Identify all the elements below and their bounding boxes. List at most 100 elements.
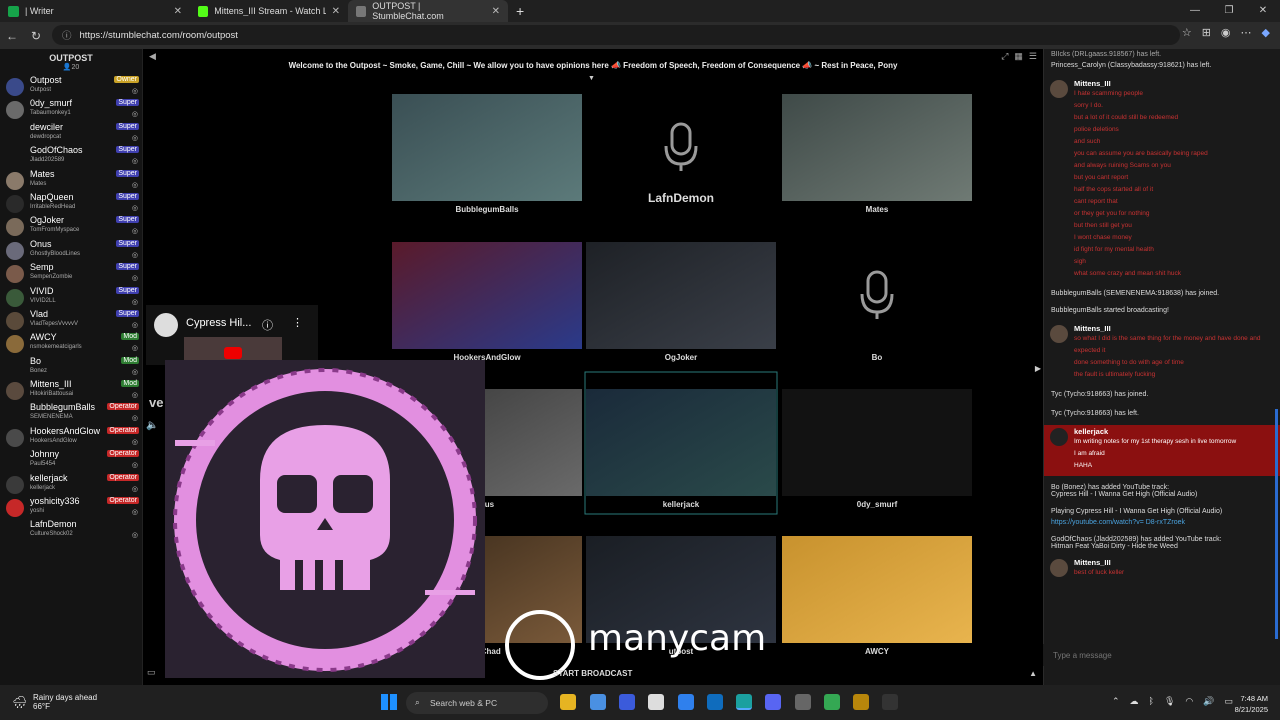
weather-icon[interactable]: 🌧 <box>12 695 27 709</box>
chat-toggle-icon[interactable]: ▭ <box>147 667 156 678</box>
collections-icon[interactable]: ⊞ <box>1202 26 1211 39</box>
camera-video[interactable] <box>586 242 776 349</box>
camera-tile[interactable]: OgJoker <box>586 242 776 362</box>
user-list-item[interactable]: Semp SempenZombie Super ◎ <box>0 262 142 285</box>
user-list-item[interactable]: VIVID VIVID2LL Super ◎ <box>0 286 142 309</box>
app-icon[interactable] <box>853 694 869 710</box>
volume-icon[interactable]: 🔈 <box>146 420 158 431</box>
mic-icon[interactable]: 🎙 <box>1164 696 1175 707</box>
camera-video[interactable] <box>782 94 972 201</box>
camera-video[interactable] <box>392 94 582 201</box>
user-handle: HookersAndGlow <box>30 437 77 444</box>
wifi-icon[interactable]: ◠ <box>1185 696 1193 707</box>
camera-video[interactable] <box>586 389 776 496</box>
youtube-link[interactable]: https://youtube.com/watch?v= D8-rxTZroek <box>1044 517 1280 528</box>
volume-icon[interactable]: 🔊 <box>1203 696 1214 707</box>
terminal-icon[interactable] <box>882 694 898 710</box>
user-list-item[interactable]: yoshicity336 yoshi Operator ◎ <box>0 496 142 519</box>
user-list-item[interactable]: LafnDemon CultureShock02 ◎ <box>0 519 142 542</box>
avatar <box>6 171 24 190</box>
bluetooth-icon[interactable]: ᛒ <box>1149 696 1154 707</box>
user-list-item[interactable]: Johnny Paul5454 Operator ◎ <box>0 449 142 472</box>
windows-start-icon[interactable] <box>381 694 397 710</box>
user-list-item[interactable]: Vlad VladTepesVvvvvV Super ◎ <box>0 309 142 332</box>
youtube-mini-player[interactable]: Cypress Hil... ⓘ ⋮ <box>146 305 318 365</box>
outlook-icon[interactable] <box>707 694 723 710</box>
user-list-item[interactable]: AWCY nsmokemeatcigarls Mod ◎ <box>0 332 142 355</box>
discord-icon[interactable] <box>765 694 781 710</box>
menu-dots-icon[interactable]: ⋯ <box>1241 26 1252 39</box>
new-tab-button[interactable]: + <box>508 0 532 22</box>
next-page-arrow-icon[interactable]: ▶ <box>1035 364 1041 373</box>
user-list-item[interactable]: BubblegumBalls SEMENENEMA Operator ◎ <box>0 402 142 425</box>
tab-close-icon[interactable]: ✕ <box>332 6 340 17</box>
tab-title: OUTPOST | StumbleChat.com <box>372 1 444 21</box>
maximize-icon[interactable]: ❐ <box>1212 0 1246 22</box>
chat-scrollbar[interactable] <box>1275 409 1278 639</box>
tab-close-icon[interactable]: ✕ <box>174 6 182 17</box>
camera-tile[interactable]: HookersAndGlow <box>392 242 582 362</box>
profile-avatar[interactable]: ◉ <box>1221 26 1231 39</box>
cloud-icon[interactable]: ☁ <box>1130 696 1139 707</box>
url-field[interactable]: ⓘ https://stumblechat.com/room/outpost <box>52 25 1180 45</box>
avatar <box>1050 325 1068 343</box>
info-icon[interactable]: ⓘ <box>262 317 273 333</box>
user-list-item[interactable]: 0dy_smurf Tabaumonkey1 Super ◎ <box>0 98 142 121</box>
user-list-item[interactable]: dewciler dewdropcat Super ◎ <box>0 122 142 145</box>
refresh-icon[interactable]: ↻ <box>24 29 48 43</box>
site-info-icon[interactable]: ⓘ <box>62 28 72 42</box>
minimize-icon[interactable]: — <box>1178 0 1212 22</box>
user-list-item[interactable]: NapQueen IrritableRedHead Super ◎ <box>0 192 142 215</box>
chat-username[interactable]: kellerjack <box>1074 427 1274 436</box>
camera-video[interactable] <box>782 536 972 643</box>
taskbar-clock[interactable]: 7:48 AM 8/21/2025 <box>1235 693 1268 715</box>
chat-message-text: you can assume you are basically being r… <box>1074 150 1208 157</box>
scroll-up-icon[interactable]: ▲ <box>1029 669 1037 678</box>
camera-tile[interactable]: kellerjack <box>584 371 778 515</box>
copilot-icon[interactable]: ◆ <box>1262 26 1270 39</box>
settings-gear-icon[interactable] <box>795 694 811 710</box>
file-explorer-icon[interactable] <box>560 694 576 710</box>
user-list-item[interactable]: Mates Mates Super ◎ <box>0 169 142 192</box>
tab-writer[interactable]: | Writer ✕ <box>0 0 190 22</box>
chat-username[interactable]: Mittens_III <box>1074 558 1274 567</box>
chat-message-input[interactable] <box>1043 644 1280 666</box>
user-list-item[interactable]: Mittens_III HitokiriBattousai Mod ◎ <box>0 379 142 402</box>
store-icon[interactable] <box>648 694 664 710</box>
camera-tile[interactable]: Bo <box>860 270 894 362</box>
close-window-icon[interactable]: ✕ <box>1246 0 1280 22</box>
back-icon[interactable]: ← <box>0 29 24 43</box>
tab-kick-stream[interactable]: Mittens_III Stream - Watch Live o ✕ <box>190 0 348 22</box>
weather-widget[interactable]: Rainy days ahead 66°F <box>33 693 97 711</box>
camera-video[interactable] <box>392 242 582 349</box>
tab-stumblechat[interactable]: OUTPOST | StumbleChat.com ✕ <box>348 0 508 22</box>
camera-tile[interactable]: BubblegumBalls <box>392 94 582 214</box>
edge-icon[interactable] <box>736 694 752 710</box>
camera-tile[interactable]: LafnDemon <box>648 122 714 205</box>
favorite-star-icon[interactable]: ☆ <box>1182 26 1192 39</box>
camera-tile[interactable]: Mates <box>782 94 972 214</box>
app-icon[interactable] <box>619 694 635 710</box>
avatar <box>6 125 24 143</box>
user-list-item[interactable]: kellerjack kellerjack Operator ◎ <box>0 473 142 496</box>
user-list-item[interactable]: HookersAndGlow HookersAndGlow Operator ◎ <box>0 426 142 449</box>
more-options-icon[interactable]: ⋮ <box>292 316 303 329</box>
user-list-item[interactable]: Outpost Outpost Owner ◎ <box>0 75 142 98</box>
chat-username[interactable]: Mittens_III <box>1074 324 1274 333</box>
app-icon[interactable] <box>678 694 694 710</box>
user-list-item[interactable]: OgJoker TomFromMyspace Super ◎ <box>0 215 142 238</box>
chevron-up-icon[interactable]: ⌃ <box>1112 696 1120 707</box>
play-button-icon[interactable] <box>224 347 242 359</box>
user-list-item[interactable]: GodOfChaos Jladd202589 Super ◎ <box>0 145 142 168</box>
user-list-item[interactable]: Onus GhostlyBloodLines Super ◎ <box>0 239 142 262</box>
start-broadcast-button[interactable]: START BROADCAST <box>553 669 632 678</box>
tab-close-icon[interactable]: ✕ <box>492 6 500 17</box>
chrome-icon[interactable] <box>824 694 840 710</box>
camera-tile[interactable]: 0dy_smurf <box>782 389 972 509</box>
user-list-item[interactable]: Bo Bonez Mod ◎ <box>0 356 142 379</box>
chat-username[interactable]: Mittens_III <box>1074 79 1274 88</box>
copilot-app-icon[interactable] <box>590 694 606 710</box>
taskbar-search[interactable]: ⌕ Search web & PC <box>406 692 548 714</box>
battery-icon[interactable]: ▭ <box>1224 696 1233 707</box>
camera-tile[interactable]: AWCY <box>782 536 972 656</box>
